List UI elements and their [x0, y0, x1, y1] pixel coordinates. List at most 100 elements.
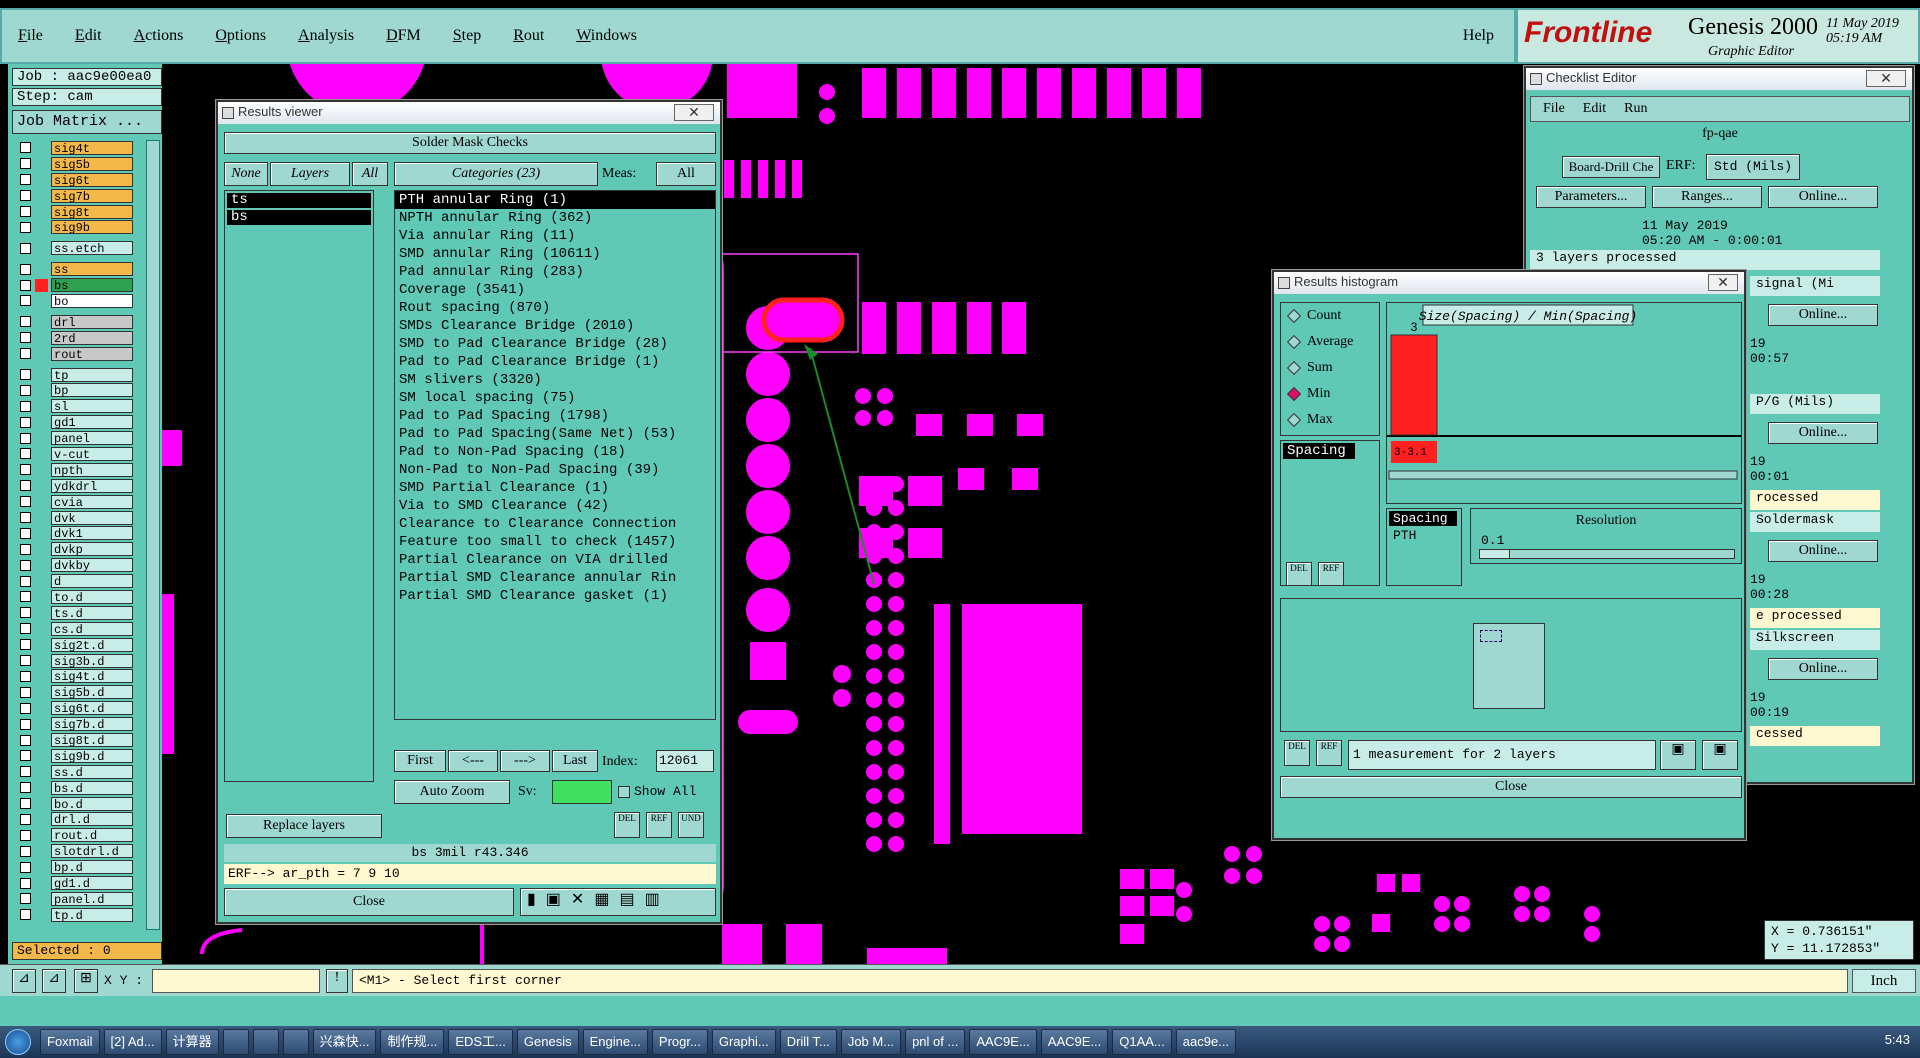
layer-checkbox[interactable] — [20, 877, 31, 889]
layer-row[interactable]: drl.d — [12, 812, 142, 827]
checklist-menu-file[interactable]: File — [1543, 101, 1565, 117]
first-button[interactable]: First — [394, 750, 446, 772]
layer-color-swatch[interactable] — [35, 294, 48, 307]
layer-checkbox[interactable] — [20, 332, 31, 344]
histogram-close-button[interactable]: Close — [1280, 776, 1742, 798]
none-button[interactable]: None — [224, 162, 268, 186]
layer-checkbox[interactable] — [20, 369, 31, 381]
prev-button[interactable]: <--- — [448, 750, 498, 772]
layer-row[interactable]: gd1 — [12, 414, 142, 430]
chart-scrollbar[interactable] — [1388, 470, 1738, 480]
list-item[interactable]: PTH — [1389, 528, 1459, 543]
layer-row[interactable]: cvia — [12, 494, 142, 510]
histogram-titlebar[interactable]: Results histogram ✕ — [1274, 272, 1744, 294]
layer-color-swatch[interactable] — [35, 242, 48, 255]
category-item[interactable]: Pad to Pad Clearance Bridge (1) — [395, 353, 715, 371]
layer-checkbox[interactable] — [20, 279, 31, 291]
layer-row[interactable]: dvk — [12, 510, 142, 526]
layer-row[interactable]: ts.d — [12, 605, 142, 621]
category-list[interactable]: PTH annular Ring (1) NPTH annular Ring (3… — [394, 190, 716, 720]
all-button[interactable]: All — [352, 162, 388, 186]
layer-row[interactable]: dvk1 — [12, 525, 142, 541]
histogram-bar[interactable] — [1390, 334, 1438, 436]
layer-checkbox[interactable] — [20, 190, 31, 202]
menu-dfm[interactable]: DFM — [384, 25, 423, 47]
layer-color-swatch[interactable] — [35, 702, 48, 715]
layer-row[interactable]: ss — [12, 261, 142, 277]
layer-row[interactable]: tp — [12, 367, 142, 383]
layer-color-swatch[interactable] — [35, 908, 48, 921]
layer-row[interactable]: rout.d — [12, 827, 142, 843]
checklist-item-board-drill[interactable]: Board-Drill Che — [1562, 156, 1660, 178]
layer-checkbox[interactable] — [20, 623, 31, 635]
zoom-out-icon[interactable]: ▣ — [1702, 740, 1738, 770]
checklist-menu-edit[interactable]: Edit — [1583, 101, 1606, 117]
layer-row[interactable]: slotdrl.d — [12, 843, 142, 859]
layer-color-swatch[interactable] — [35, 877, 48, 890]
layer-color-swatch[interactable] — [35, 654, 48, 667]
layer-color-swatch[interactable] — [35, 400, 48, 413]
layer-row[interactable]: to.d — [12, 589, 142, 605]
category-item[interactable]: Pad annular Ring (283) — [395, 263, 715, 281]
taskbar-item[interactable]: [2] Ad... — [103, 1029, 162, 1055]
layer-color-swatch[interactable] — [35, 797, 48, 810]
checklist-item-signal[interactable]: signal (Mi — [1750, 276, 1880, 296]
layer-color-swatch[interactable] — [35, 189, 48, 202]
layer-checkbox[interactable] — [20, 686, 31, 698]
layer-checkbox[interactable] — [20, 158, 31, 170]
step-field[interactable]: Step: cam — [12, 88, 162, 106]
layer-color-swatch[interactable] — [35, 718, 48, 731]
layer-checkbox[interactable] — [20, 813, 31, 825]
layer-color-swatch[interactable] — [35, 845, 48, 858]
layer-color-swatch[interactable] — [35, 447, 48, 460]
layer-color-swatch[interactable] — [35, 141, 48, 154]
layer-row[interactable]: dvkby — [12, 557, 142, 573]
layer-checkbox[interactable] — [20, 348, 31, 360]
taskbar-item[interactable] — [222, 1029, 249, 1055]
layers-button[interactable]: Layers — [270, 162, 350, 186]
layer-row[interactable]: sig3b.d — [12, 653, 142, 669]
menu-edit[interactable]: Edit — [73, 25, 104, 47]
layer-checkbox[interactable] — [20, 702, 31, 714]
taskbar-item[interactable]: Graphi... — [711, 1029, 776, 1055]
auto-zoom-dropdown[interactable]: Auto Zoom — [394, 780, 510, 804]
layer-color-swatch[interactable] — [35, 813, 48, 826]
layer-checkbox[interactable] — [20, 416, 31, 428]
menu-options[interactable]: Options — [213, 25, 268, 47]
category-item[interactable]: Via annular Ring (11) — [395, 227, 715, 245]
layer-row[interactable]: bo — [12, 293, 142, 309]
layer-row[interactable]: sig7b.d — [12, 716, 142, 732]
online-button[interactable]: Online... — [1768, 422, 1878, 444]
del-icon[interactable]: DEL — [614, 812, 640, 838]
menu-file[interactable]: File — [16, 25, 45, 47]
category-item[interactable]: Via to SMD Clearance (42) — [395, 497, 715, 515]
measure-list[interactable]: Spacing PTH — [1386, 508, 1462, 586]
online-button[interactable]: Online... — [1768, 304, 1878, 326]
layer-checkbox[interactable] — [20, 734, 31, 746]
layer-checkbox[interactable] — [20, 316, 31, 328]
layer-checkbox[interactable] — [20, 527, 31, 539]
layer-row[interactable]: rout — [12, 346, 142, 362]
layer-color-swatch[interactable] — [35, 765, 48, 778]
menu-actions[interactable]: Actions — [132, 25, 186, 47]
categories-button[interactable]: Categories (23) — [394, 162, 598, 186]
layer-row[interactable]: bs — [12, 277, 142, 293]
layer-checkbox[interactable] — [20, 718, 31, 730]
zoom-in-icon[interactable]: ▣ — [1660, 740, 1696, 770]
category-item[interactable]: Partial SMD Clearance gasket (1) — [395, 587, 715, 605]
menu-help[interactable]: Help — [1463, 27, 1494, 45]
grid-icon[interactable]: ⊞ — [74, 969, 98, 993]
category-item[interactable]: NPTH annular Ring (362) — [395, 209, 715, 227]
close-button[interactable]: Close — [224, 888, 514, 916]
layer-color-swatch[interactable] — [35, 686, 48, 699]
start-button[interactable] — [0, 1026, 36, 1058]
checklist-item-soldermask[interactable]: Soldermask — [1750, 512, 1880, 532]
layer-checkbox[interactable] — [20, 295, 31, 307]
taskbar-item[interactable]: EDS工... — [448, 1029, 513, 1055]
layer-checkbox[interactable] — [20, 221, 31, 233]
aggregate-option[interactable]: Average — [1281, 329, 1379, 355]
layer-row[interactable]: sig6t — [12, 172, 142, 188]
layer-row[interactable]: sig4t — [12, 140, 142, 156]
aggregate-option[interactable]: Max — [1281, 407, 1379, 433]
layer-row[interactable]: ss.d — [12, 764, 142, 780]
